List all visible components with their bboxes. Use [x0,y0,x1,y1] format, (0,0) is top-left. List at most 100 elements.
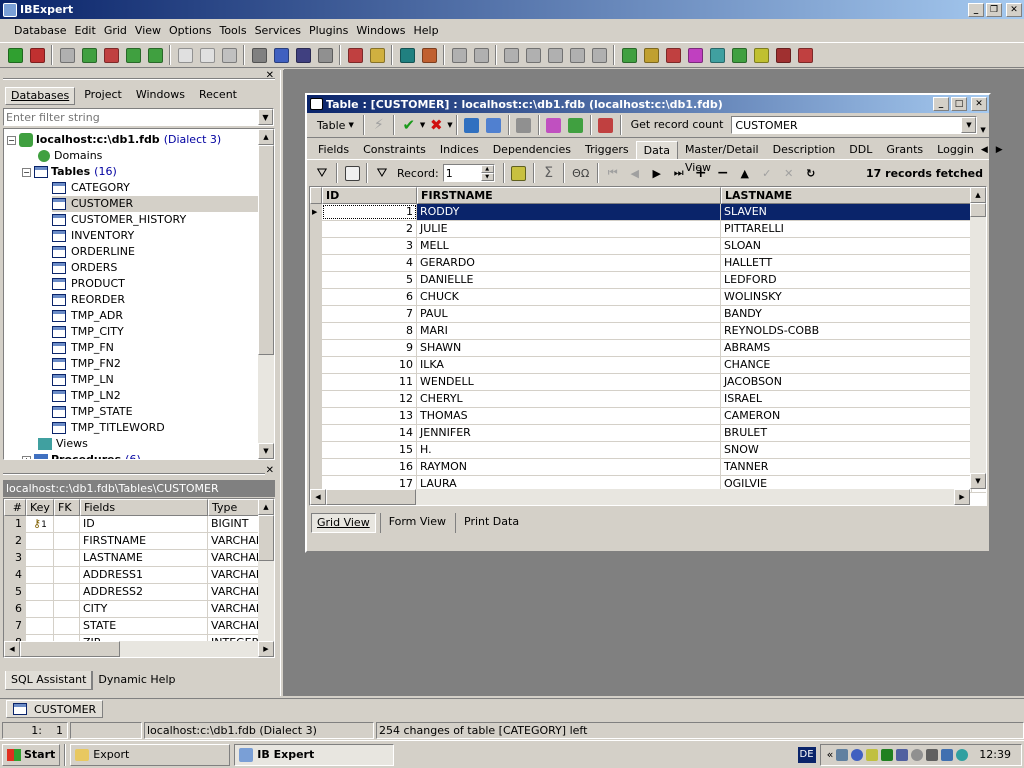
tab-print-data[interactable]: Print Data [455,513,524,533]
tab-databases[interactable]: Databases [5,87,76,105]
tab-fields[interactable]: Fields [311,141,356,159]
arrow-right-icon[interactable]: ▶ [996,145,1003,155]
menu-windows[interactable]: Windows [352,24,409,37]
cell-firstname[interactable]: RODDY [417,204,721,220]
menu-help[interactable]: Help [409,24,442,37]
tree-table-category[interactable]: CATEGORY [52,180,132,196]
find-icon[interactable] [566,44,588,66]
tab-description[interactable]: Description [766,141,843,159]
refresh-grid-icon[interactable] [508,162,530,184]
get-record-count-button[interactable]: Get record count [625,115,730,135]
exception-icon[interactable] [772,44,794,66]
tree-table-tmp_adr[interactable]: TMP_ADR [52,308,125,324]
key-icon[interactable] [366,44,388,66]
spinner-down-button[interactable]: ▼ [480,173,494,181]
collapse-icon[interactable]: − [7,135,16,145]
save-icon[interactable] [248,44,270,66]
tab-indices[interactable]: Indices [433,141,486,159]
filter-add-icon[interactable]: ⛛ [371,162,393,184]
filter-dropdown-button[interactable]: ▼ [258,109,273,125]
post-record-icon[interactable]: ✓ [756,162,778,184]
cell-lastname[interactable]: PITTARELLI [721,221,972,237]
cell-lastname[interactable]: ISRAEL [721,391,972,407]
cell-lastname[interactable]: BRULET [721,425,972,441]
data-row[interactable]: 15 H. SNOW [310,442,986,459]
db-stats-icon[interactable] [396,44,418,66]
cell-lastname[interactable]: CAMERON [721,408,972,424]
edit-icon[interactable] [595,114,617,136]
tree-table-tmp_city[interactable]: TMP_CITY [52,324,126,340]
table-window-maximize-button[interactable]: □ [951,97,967,111]
fields-col-header[interactable]: Fields [80,499,208,516]
cell-firstname[interactable]: MELL [417,238,721,254]
cell-lastname[interactable]: WOLINSKY [721,289,972,305]
structure-icon[interactable] [565,114,587,136]
col-header-lastname[interactable]: LASTNAME [721,187,972,204]
taskbar-item-export[interactable]: Export [70,743,231,766]
cell-firstname[interactable]: H. [417,442,721,458]
data-row[interactable]: 6 CHUCK WOLINSKY [310,289,986,306]
sql-editor2-icon[interactable] [292,44,314,66]
cell-firstname[interactable]: MARI [417,323,721,339]
tree-table-product[interactable]: PRODUCT [52,276,127,292]
first-record-icon[interactable]: ⏮ [602,162,624,184]
tab-triggers[interactable]: Triggers [578,141,636,159]
expand-icon[interactable]: + [22,455,31,459]
data-row[interactable]: ▶ 1 RODDY SLAVEN [310,204,986,221]
commit-check-icon[interactable]: ✔ [398,114,420,136]
data-row[interactable]: 8 MARI REYNOLDS-COBB [310,323,986,340]
cell-firstname[interactable]: CHUCK [417,289,721,305]
cell-id[interactable]: 7 [322,306,417,322]
grid-layout-icon[interactable] [341,162,363,184]
print-icon[interactable] [314,44,336,66]
tray-eye-icon[interactable] [956,748,969,761]
col-header-firstname[interactable]: FIRSTNAME [417,187,721,204]
cell-firstname[interactable]: JULIE [417,221,721,237]
data-row[interactable]: 2 JULIE PITTARELLI [310,221,986,238]
cell-id[interactable]: 3 [322,238,417,254]
cell-id[interactable]: 11 [322,374,417,390]
menu-services[interactable]: Services [251,24,305,37]
fields-col-header[interactable]: Type [208,499,262,516]
data-row[interactable]: 10 ILKA CHANCE [310,357,986,374]
tree-table-tmp_fn[interactable]: TMP_FN [52,340,116,356]
open-folder-icon[interactable] [448,44,470,66]
cut-icon[interactable] [500,44,522,66]
tab-dependencies[interactable]: Dependencies [486,141,578,159]
cell-firstname[interactable]: JENNIFER [417,425,721,441]
filter-icon[interactable]: ⛛ [311,162,333,184]
tree-domains[interactable]: Domains [38,148,102,164]
tree-tables[interactable]: − Tables (16) [22,164,117,180]
field-row[interactable]: 7 STATE VARCHAR [4,618,274,635]
tree-views[interactable]: Views [38,436,88,452]
tab-ddl[interactable]: DDL [842,141,879,159]
tree-table-reorder[interactable]: REORDER [52,292,127,308]
disabled-icon[interactable] [470,44,492,66]
tree-procedures[interactable]: + Procedures (6) [22,452,141,459]
trigger-icon[interactable] [684,44,706,66]
cell-id[interactable]: 1 [322,204,417,220]
table-select[interactable]: CUSTOMER ▼ [731,116,978,134]
tab-form-view[interactable]: Form View [379,513,451,533]
data-row[interactable]: 4 GERARDO HALLETT [310,255,986,272]
script-icon[interactable] [218,44,240,66]
copy-icon[interactable] [522,44,544,66]
tab-windows[interactable]: Windows [131,87,190,105]
table-window-minimize-button[interactable]: _ [933,97,949,111]
cell-lastname[interactable]: BANDY [721,306,972,322]
tray-gear-icon[interactable] [851,748,864,761]
cell-lastname[interactable]: SLOAN [721,238,972,254]
report-icon[interactable] [418,44,440,66]
tree-table-tmp_fn2[interactable]: TMP_FN2 [52,356,123,372]
cell-lastname[interactable]: TANNER [721,459,972,475]
menu-tools[interactable]: Tools [215,24,250,37]
delete-record-icon[interactable]: − [712,162,734,184]
null-omega-icon[interactable]: ΘΩ [568,162,594,184]
cell-firstname[interactable]: SHAWN [417,340,721,356]
cell-lastname[interactable]: JACOBSON [721,374,972,390]
calendar-edit-icon[interactable] [483,114,505,136]
cell-firstname[interactable]: WENDELL [417,374,721,390]
cell-lastname[interactable]: ABRAMS [721,340,972,356]
insert-record-icon[interactable]: + [690,162,712,184]
cell-id[interactable]: 5 [322,272,417,288]
